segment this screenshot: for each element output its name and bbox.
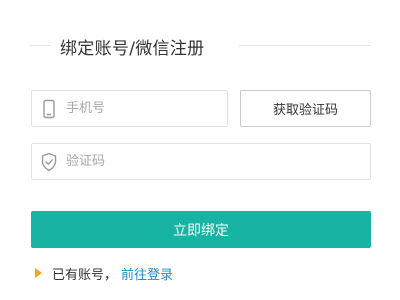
- get-code-button[interactable]: 获取验证码: [240, 90, 371, 127]
- shield-check-icon: [40, 152, 58, 172]
- title-divider-right: [239, 45, 371, 46]
- triangle-right-icon: [35, 268, 42, 278]
- phone-icon: [40, 99, 58, 119]
- code-field[interactable]: [31, 143, 371, 180]
- login-prompt: 已有账号， 前往登录: [35, 264, 173, 283]
- go-to-login-link[interactable]: 前往登录: [121, 264, 173, 283]
- have-account-text: 已有账号，: [52, 267, 118, 283]
- title-row: 绑定账号/微信注册: [30, 28, 371, 64]
- verification-code-input[interactable]: [66, 144, 364, 179]
- bind-now-button[interactable]: 立即绑定: [31, 211, 371, 248]
- page-title: 绑定账号/微信注册: [60, 39, 205, 59]
- phone-field[interactable]: [31, 90, 228, 127]
- phone-input[interactable]: [66, 91, 221, 126]
- title-divider-left: [30, 45, 51, 46]
